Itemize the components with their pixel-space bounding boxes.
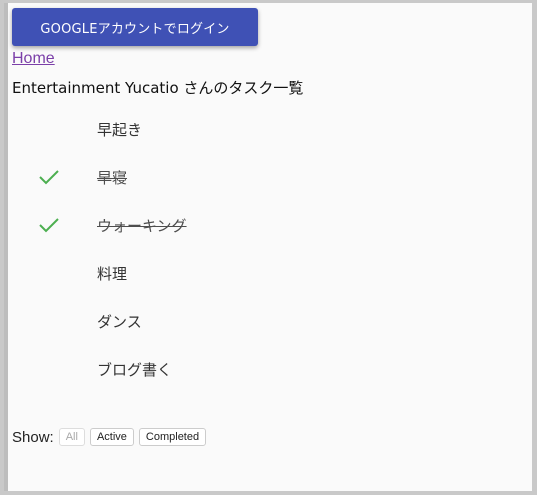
check-icon [39, 218, 59, 233]
filter-completed-button[interactable]: Completed [138, 428, 207, 446]
app-frame: GOOGLEアカウントでログイン Home Entertainment Yuca… [4, 3, 532, 491]
filter-all-button[interactable]: All [58, 428, 85, 446]
home-link[interactable]: Home [12, 50, 55, 68]
task-label: 料理 [97, 265, 128, 283]
task-item[interactable]: ダンス [12, 297, 532, 345]
task-list: 早起き 早寝 ウォーキング 料理 ダンス ブログ書く [12, 105, 532, 393]
task-item[interactable]: 早寝 [12, 153, 532, 201]
task-item[interactable]: ブログ書く [12, 345, 532, 393]
filter-bar: Show: All Active Completed [12, 428, 211, 446]
task-label: ウォーキング [97, 217, 187, 235]
task-label: ブログ書く [97, 361, 173, 379]
check-icon [39, 170, 59, 185]
task-label: 早起き [97, 121, 143, 139]
page-title: Entertainment Yucatio さんのタスク一覧 [12, 79, 304, 97]
task-label: 早寝 [97, 169, 128, 187]
task-item[interactable]: ウォーキング [12, 201, 532, 249]
task-item[interactable]: 早起き [12, 105, 532, 153]
task-item[interactable]: 料理 [12, 249, 532, 297]
filter-label: Show: [12, 428, 54, 446]
filter-active-button[interactable]: Active [89, 428, 134, 446]
task-label: ダンス [97, 313, 142, 331]
google-login-button[interactable]: GOOGLEアカウントでログイン [12, 8, 258, 46]
